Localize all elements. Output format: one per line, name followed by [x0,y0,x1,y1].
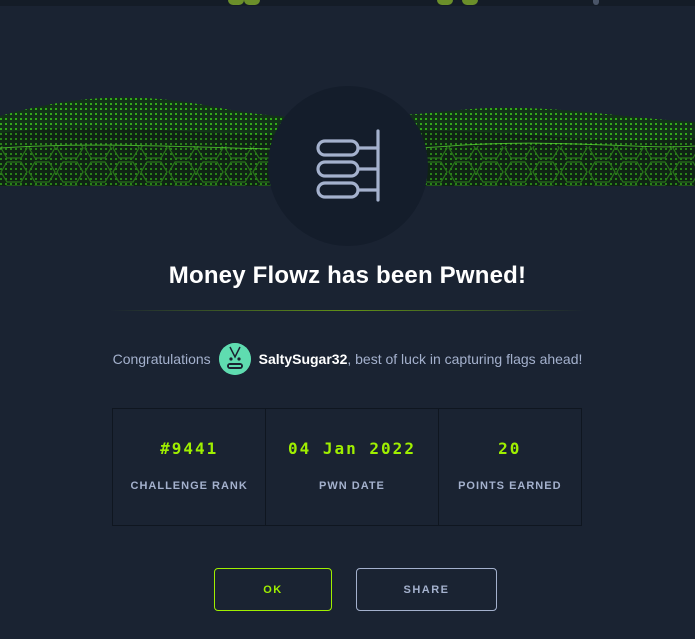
stat-challenge-rank: #9441 CHALLENGE RANK [113,409,267,525]
stat-label: CHALLENGE RANK [130,480,248,492]
stat-label: POINTS EARNED [458,480,562,492]
top-strip [0,0,695,6]
stats-panel: #9441 CHALLENGE RANK 04 Jan 2022 PWN DAT… [112,408,582,526]
title-divider [110,310,585,311]
congrats-suffix: , best of luck in capturing flags ahead! [347,351,583,367]
user-avatar[interactable] [218,343,251,375]
stat-value: #9441 [160,439,219,458]
pwned-dialog: Money Flowz has been Pwned! Congratulati… [0,0,695,639]
username-link[interactable]: SaltySugar32 [259,351,348,367]
challenge-icon-circle [268,86,428,246]
congrats-line: Congratulations SaltySugar32 , best of l… [0,343,695,375]
ok-button[interactable]: OK [214,568,332,611]
stat-pwn-date: 04 Jan 2022 PWN DATE [266,409,439,525]
stat-value: 20 [498,439,522,458]
stat-label: PWN DATE [319,480,385,492]
congrats-prefix: Congratulations [112,351,211,367]
share-button[interactable]: SHARE [356,568,497,611]
stat-points-earned: 20 POINTS EARNED [439,409,581,525]
database-stack-icon [316,129,380,202]
page-title: Money Flowz has been Pwned! [168,262,527,289]
stat-value: 04 Jan 2022 [287,439,416,458]
